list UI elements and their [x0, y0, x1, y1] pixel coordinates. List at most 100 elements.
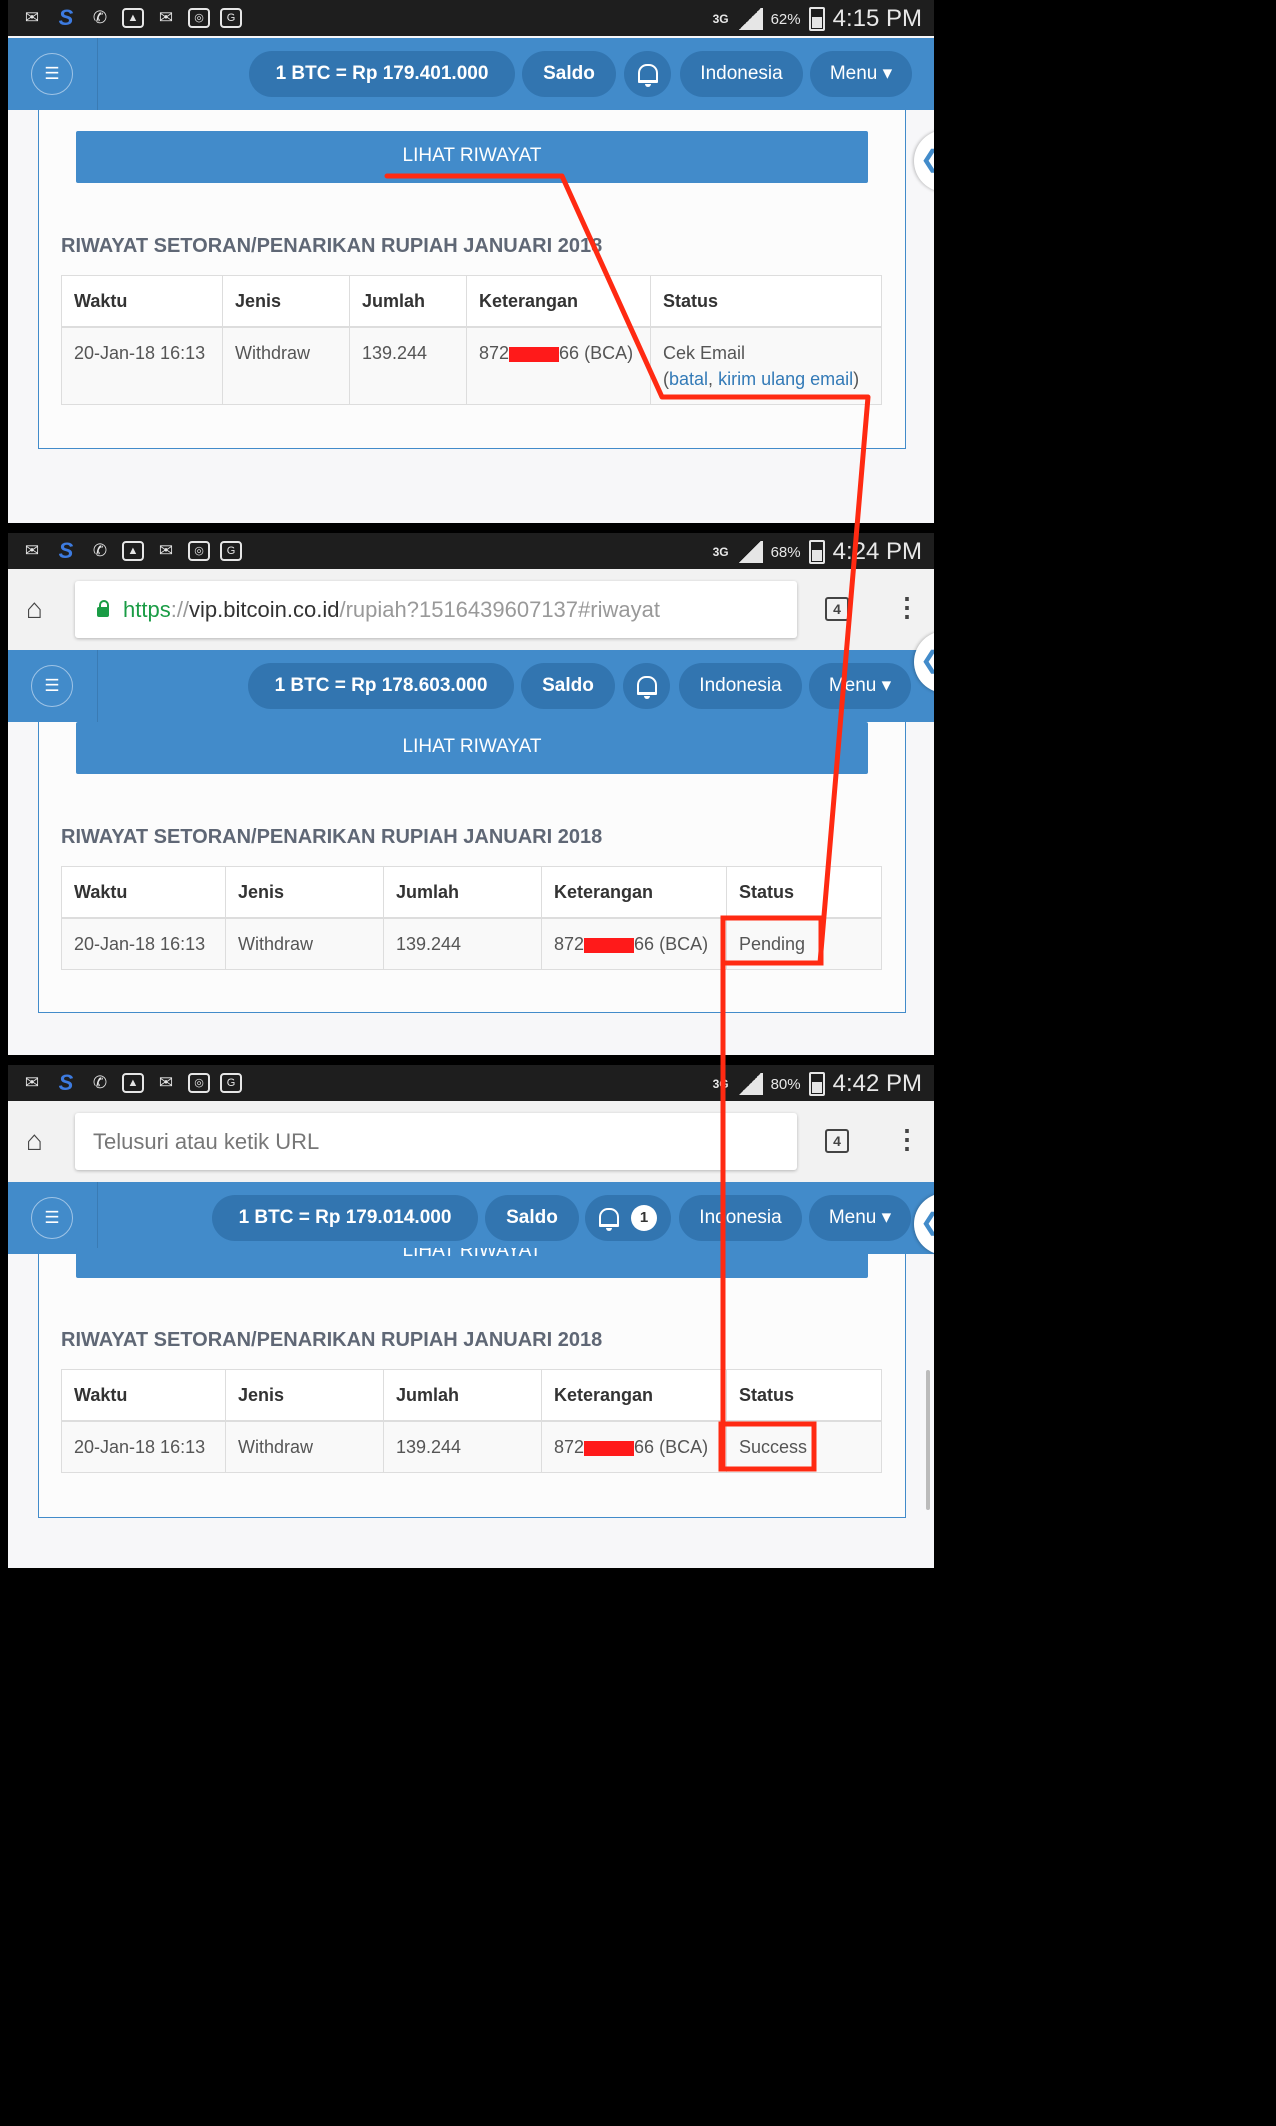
table-row: 20-Jan-18 16:13 Withdraw 139.244 872 66 (…	[61, 1420, 882, 1473]
home-icon[interactable]: ⌂	[26, 593, 43, 625]
screenshot-frame-1: ✉ S ✆ ▲ ✉ ◎ G 3G 62% 4:15 PM ☰ 1 BTC = R…	[8, 0, 934, 523]
saldo-button[interactable]: Saldo	[521, 663, 615, 709]
email-at-icon: ✉	[158, 8, 174, 27]
bell-icon	[637, 64, 658, 87]
notifications-button[interactable]: 1	[585, 1195, 671, 1241]
redaction-mark	[509, 346, 560, 362]
riwayat-button-label: LIHAT RIWAYAT	[402, 1248, 542, 1261]
section-title: RIWAYAT SETORAN/PENARIKAN RUPIAH JANUARI…	[61, 826, 603, 848]
url-text: https://vip.bitcoin.co.id/rupiah?1516439…	[123, 597, 660, 623]
col-jumlah: Jumlah	[383, 1369, 542, 1422]
signal-icon	[736, 541, 763, 563]
mail-icon: ✉	[24, 541, 40, 560]
email-at-icon: ✉	[158, 1073, 174, 1092]
url-scheme: https	[123, 596, 171, 622]
status-bar: ✉ S ✆ ▲ ✉ ◎ G 3G 80% 4:42 PM	[8, 1065, 934, 1101]
riwayat-panel: LIHAT RIWAYAT RIWAYAT SETORAN/PENARIKAN …	[38, 110, 906, 449]
home-icon[interactable]: ⌂	[26, 1125, 43, 1157]
lihat-riwayat-button[interactable]: LIHAT RIWAYAT	[76, 1248, 868, 1278]
language-button[interactable]: Indonesia	[679, 1195, 802, 1241]
col-keterangan: Keterangan	[466, 275, 651, 328]
status-text: Cek Email	[663, 343, 746, 363]
cell-keterangan: 872 66 (BCA)	[541, 917, 727, 970]
signal-icon	[736, 8, 763, 30]
browser-toolbar: ⌂ Telusuri atau ketik URL 4 ⋮	[8, 1101, 934, 1182]
cell-status: Pending	[726, 917, 882, 970]
riwayat-panel: LIHAT RIWAYAT RIWAYAT SETORAN/PENARIKAN …	[38, 1248, 906, 1518]
hamburger-menu-icon[interactable]: ☰	[31, 1197, 73, 1239]
side-drawer-tab[interactable]: ❮	[914, 130, 934, 192]
saldo-button[interactable]: Saldo	[522, 51, 616, 97]
saldo-button[interactable]: Saldo	[485, 1195, 579, 1241]
email-at-icon: ✉	[158, 541, 174, 560]
col-jumlah: Jumlah	[383, 866, 542, 919]
btc-price-pill[interactable]: 1 BTC = Rp 179.401.000	[249, 51, 515, 97]
col-jumlah: Jumlah	[349, 275, 467, 328]
url-path: /rupiah?1516439607137#riwayat	[339, 596, 660, 622]
battery-percent: 80%	[770, 1075, 801, 1093]
location-icon: G	[220, 1073, 242, 1093]
cancel-link[interactable]: batal	[669, 369, 708, 389]
site-navbar: ☰ 1 BTC = Rp 179.014.000 Saldo 1 Indones…	[8, 1182, 934, 1254]
account-prefix: 872	[554, 1437, 585, 1457]
comma: ,	[708, 369, 714, 389]
notification-badge: 1	[631, 1204, 657, 1231]
language-button[interactable]: Indonesia	[680, 51, 803, 97]
account-suffix: 66 (BCA)	[634, 1437, 709, 1457]
btc-price-pill[interactable]: 1 BTC = Rp 178.603.000	[248, 663, 514, 709]
hamburger-menu-icon[interactable]: ☰	[31, 53, 73, 95]
mail-icon: ✉	[24, 1073, 40, 1092]
cell-waktu: 20-Jan-18 16:13	[61, 326, 223, 405]
col-waktu: Waktu	[61, 866, 226, 919]
cell-status: Success	[726, 1420, 882, 1473]
more-options-icon[interactable]: ⋮	[894, 1121, 920, 1157]
redaction-mark	[584, 937, 635, 953]
gallery-icon: ▲	[122, 8, 144, 28]
instagram-icon: ◎	[188, 1073, 210, 1093]
lihat-riwayat-button[interactable]: LIHAT RIWAYAT	[76, 722, 868, 774]
more-options-icon[interactable]: ⋮	[894, 589, 920, 625]
history-table: Waktu Jenis Jumlah Keterangan Status 20-…	[61, 275, 882, 405]
menu-dropdown[interactable]: Menu ▾	[809, 1195, 911, 1241]
cell-keterangan: 872 66 (BCA)	[541, 1420, 727, 1473]
col-jenis: Jenis	[222, 275, 350, 328]
table-row: 20-Jan-18 16:13 Withdraw 139.244 872 66 (…	[61, 326, 882, 405]
url-domain: vip.bitcoin.co.id	[189, 596, 340, 622]
whatsapp-icon: ✆	[92, 541, 108, 560]
cell-jenis: Withdraw	[222, 326, 350, 405]
lihat-riwayat-button[interactable]: LIHAT RIWAYAT	[76, 131, 868, 183]
battery-icon	[808, 540, 825, 564]
hamburger-menu-icon[interactable]: ☰	[31, 665, 73, 707]
table-row: 20-Jan-18 16:13 Withdraw 139.244 872 66 (…	[61, 917, 882, 970]
tab-switcher-button[interactable]: 4	[825, 597, 849, 621]
menu-dropdown[interactable]: Menu ▾	[809, 663, 911, 709]
cell-jumlah: 139.244	[383, 1420, 542, 1473]
address-bar[interactable]: https://vip.bitcoin.co.id/rupiah?1516439…	[75, 581, 797, 638]
bell-icon	[599, 1208, 619, 1231]
account-prefix: 872	[554, 934, 585, 954]
col-status: Status	[650, 275, 882, 328]
status-bar: ✉ S ✆ ▲ ✉ ◎ G 3G 68% 4:24 PM	[8, 533, 934, 569]
notifications-button[interactable]	[624, 51, 671, 97]
btc-price-pill[interactable]: 1 BTC = Rp 179.014.000	[212, 1195, 478, 1241]
location-icon: G	[220, 541, 242, 561]
gallery-icon: ▲	[122, 1073, 144, 1093]
cell-jenis: Withdraw	[225, 1420, 384, 1473]
clock: 4:15 PM	[832, 5, 922, 32]
location-icon: G	[220, 8, 242, 28]
site-navbar: ☰ 1 BTC = Rp 178.603.000 Saldo Indonesia…	[8, 650, 934, 722]
address-bar[interactable]: Telusuri atau ketik URL	[75, 1113, 797, 1170]
resend-email-link[interactable]: kirim ulang email	[718, 369, 853, 389]
scrollbar[interactable]	[926, 1370, 930, 1510]
lock-icon	[97, 599, 109, 617]
screenshot-frame-3: ✉ S ✆ ▲ ✉ ◎ G 3G 80% 4:42 PM ⌂ Telusuri …	[8, 1065, 934, 1568]
menu-dropdown[interactable]: Menu ▾	[810, 51, 912, 97]
history-table: Waktu Jenis Jumlah Keterangan Status 20-…	[61, 866, 882, 970]
clock: 4:42 PM	[832, 1070, 922, 1097]
language-button[interactable]: Indonesia	[679, 663, 802, 709]
tab-switcher-button[interactable]: 4	[825, 1129, 849, 1153]
battery-percent: 62%	[770, 10, 801, 28]
instagram-icon: ◎	[188, 8, 210, 28]
mail-icon: ✉	[24, 8, 40, 27]
notifications-button[interactable]	[623, 663, 670, 709]
